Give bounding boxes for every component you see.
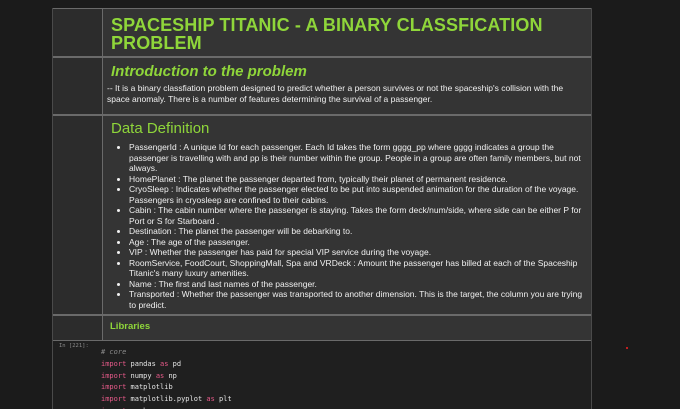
- data-definition-heading: Data Definition: [111, 120, 210, 137]
- code-line: # core: [101, 348, 127, 356]
- intro-heading: Introduction to the problem: [111, 63, 307, 80]
- code-editor[interactable]: # core import pandas as pd import numpy …: [101, 347, 232, 409]
- cell-prompt: In [221]:: [59, 343, 89, 349]
- list-item: CryoSleep : Indicates whether the passen…: [129, 184, 585, 205]
- intro-text: -- It is a binary classfiation problem d…: [107, 83, 564, 104]
- libraries-cell[interactable]: Libraries: [53, 315, 591, 341]
- cell-gutter: [53, 316, 103, 340]
- list-item: RoomService, FoodCourt, ShoppingMall, Sp…: [129, 258, 585, 279]
- cell-gutter: [53, 116, 103, 314]
- data-definition-cell[interactable]: Data Definition PassengerId : A unique I…: [53, 115, 591, 315]
- list-item: Destination : The planet the passenger w…: [129, 226, 585, 237]
- notebook: SPACESHIP TITANIC - A BINARY CLASSFICATI…: [52, 8, 592, 409]
- title-cell[interactable]: SPACESHIP TITANIC - A BINARY CLASSFICATI…: [53, 8, 591, 57]
- list-item: Name : The first and last names of the p…: [129, 279, 585, 290]
- list-item: Cabin : The cabin number where the passe…: [129, 205, 585, 226]
- cursor-marker: [626, 347, 628, 349]
- list-item: VIP : Whether the passenger has paid for…: [129, 247, 585, 258]
- cell-gutter: [53, 58, 103, 114]
- code-line: import matplotlib.pyplot as plt: [101, 395, 232, 404]
- notebook-title: SPACESHIP TITANIC - A BINARY CLASSFICATI…: [111, 15, 543, 53]
- code-line: import numpy as np: [101, 371, 177, 380]
- intro-cell[interactable]: Introduction to the problem -- It is a b…: [53, 57, 591, 115]
- libraries-heading: Libraries: [110, 321, 151, 332]
- code-cell[interactable]: In [221]: # core import pandas as pd imp…: [53, 341, 591, 409]
- cell-gutter: [53, 9, 103, 56]
- definition-list: PassengerId : A unique Id for each passe…: [108, 142, 585, 310]
- code-line: import pandas as pd: [101, 359, 182, 368]
- list-item: Age : The age of the passenger.: [129, 237, 585, 248]
- list-item: PassengerId : A unique Id for each passe…: [129, 142, 585, 174]
- list-item: Transported : Whether the passenger was …: [129, 289, 585, 310]
- list-item: HomePlanet : The planet the passenger de…: [129, 174, 585, 185]
- code-line: import matplotlib: [101, 383, 173, 392]
